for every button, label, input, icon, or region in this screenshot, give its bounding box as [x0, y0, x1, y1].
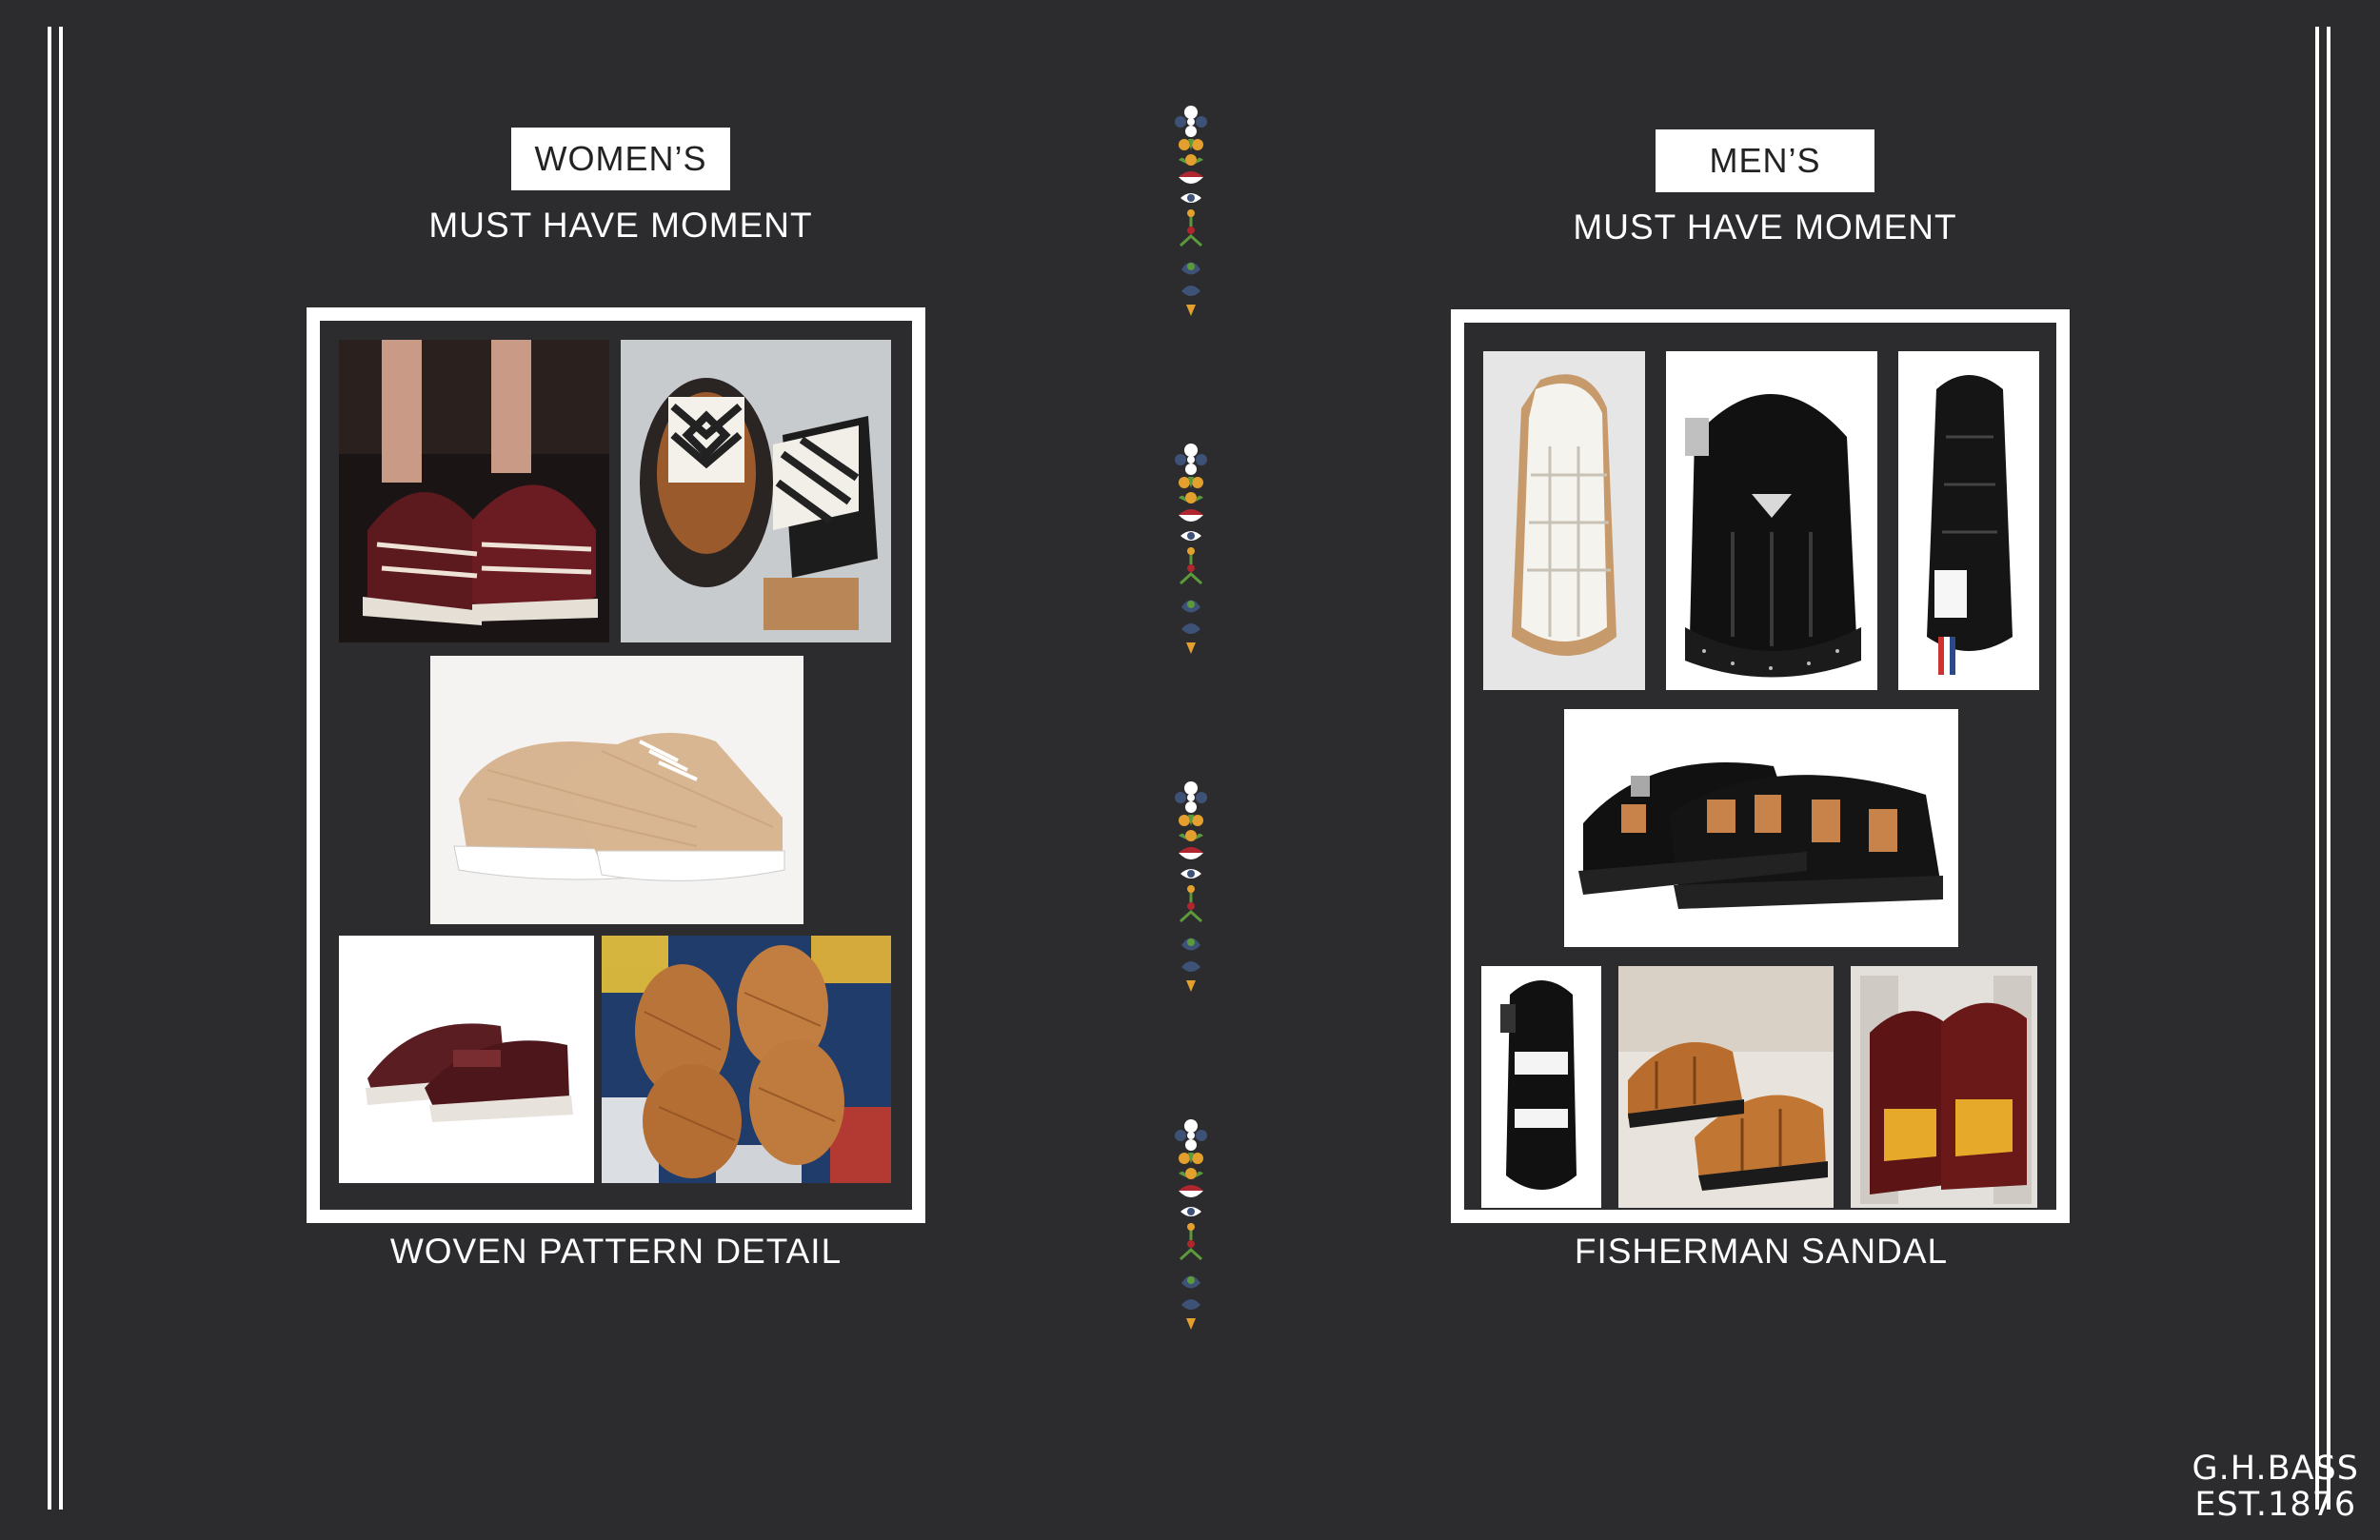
white-fisherman-sandal-photo	[1483, 351, 1645, 690]
black-strap-sandal-photo	[1481, 966, 1601, 1208]
mens-caption: FISHERMAN SANDAL	[1574, 1232, 1949, 1271]
brand-logo: G.H.BASS EST.1876	[2192, 1451, 2359, 1523]
woven-platform-mule-photo	[621, 340, 891, 642]
left-border-rule-outer	[48, 27, 51, 1510]
black-fisherman-sandal-side-photo	[1898, 351, 2039, 690]
right-border-rule-inner	[2315, 27, 2319, 1510]
tan-fisherman-sandals-photo	[1618, 966, 1834, 1208]
woven-leather-mules-photo	[602, 936, 891, 1183]
woven-tan-sneaker-photo	[430, 656, 803, 924]
brand-est: EST.1876	[2194, 1486, 2357, 1524]
black-fisherman-sandal-pair-photo	[1564, 709, 1958, 947]
mens-tag: MEN’S	[1656, 129, 1874, 192]
burgundy-caged-sandal-photo	[339, 340, 609, 642]
mens-photo-frame	[1451, 309, 2070, 1223]
black-platform-fisherman-sandal-photo	[1666, 351, 1877, 690]
left-border-rule-inner	[59, 27, 63, 1510]
mens-subtitle: MUST HAVE MOMENT	[1573, 207, 1957, 247]
floral-divider	[1167, 103, 1215, 1440]
burgundy-woven-loafer-photo	[339, 936, 594, 1183]
floral-pattern-icon	[1173, 104, 1209, 1332]
womens-caption: WOVEN PATTERN DETAIL	[389, 1232, 843, 1271]
womens-photo-frame	[307, 307, 925, 1223]
right-border-rule-outer	[2327, 27, 2330, 1510]
burgundy-sandals-photo	[1851, 966, 2037, 1208]
womens-subtitle: MUST HAVE MOMENT	[428, 206, 813, 245]
brand-name: G.H.BASS	[2192, 1450, 2359, 1488]
womens-tag: WOMEN’S	[511, 128, 730, 190]
